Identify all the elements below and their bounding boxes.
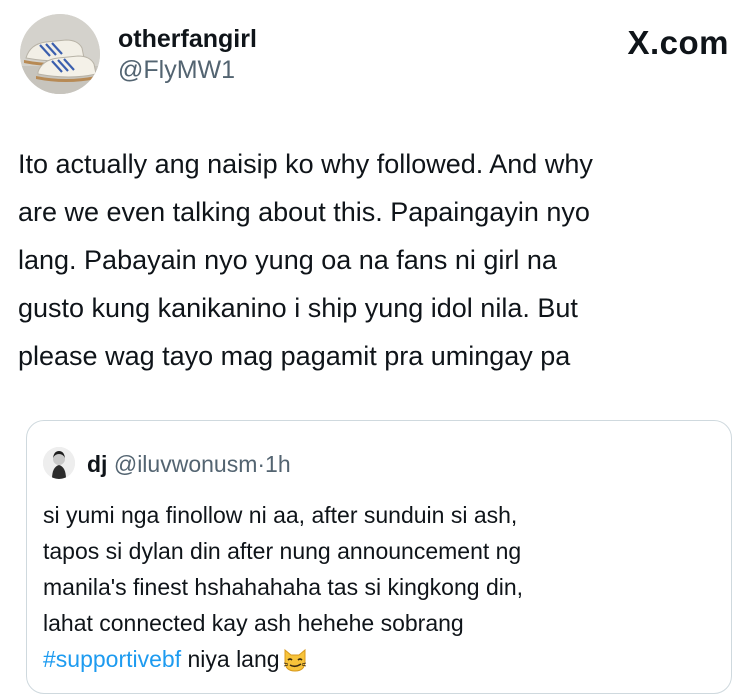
quoted-text-tail: niya lang (181, 646, 280, 672)
tweet-text: Ito actually ang naisip ko why followed.… (18, 140, 738, 380)
tweet-text-line: gusto kung kanikanino i ship yung idol n… (18, 293, 578, 323)
quoted-tweet-card[interactable]: dj @iluvwonusm·1h si yumi nga finollow n… (26, 420, 732, 694)
tweet-header: otherfangirl @FlyMW1 X.com (20, 14, 729, 94)
quoted-author-name[interactable]: dj (87, 451, 107, 477)
hashtag-link[interactable]: #supportivebf (43, 646, 181, 672)
smirking-cat-face-icon (282, 647, 308, 683)
quoted-text-line: manila's finest hshahahaha tas si kingko… (43, 574, 524, 600)
quoted-text-line: tapos si dylan din after nung announceme… (43, 538, 522, 564)
person-photo-image (43, 447, 75, 479)
quoted-text-last-line: #supportivebf niya lang (43, 641, 723, 683)
tweet-text-line: Ito actually ang naisip ko why followed.… (18, 149, 593, 179)
tweet-text-line: please wag tayo mag pagamit pra umingay … (18, 341, 571, 371)
tweet-text-line: lang. Pabayain nyo yung oa na fans ni gi… (18, 245, 557, 275)
quoted-tweet-meta: dj @iluvwonusm·1h (87, 449, 291, 479)
quoted-text-line: lahat connected kay ash hehehe sobrang (43, 610, 464, 636)
quoted-author-handle[interactable]: @iluvwonusm (114, 451, 258, 477)
author-names: otherfangirl @FlyMW1 (118, 24, 257, 86)
sneakers-image (20, 14, 100, 94)
author-avatar[interactable] (20, 14, 100, 94)
meta-separator: · (257, 451, 266, 477)
quoted-author-avatar[interactable] (43, 447, 75, 479)
quoted-text-line: si yumi nga finollow ni aa, after sundui… (43, 502, 518, 528)
author-display-name[interactable]: otherfangirl (118, 24, 257, 54)
tweet-text-line: are we even talking about this. Papainga… (18, 197, 590, 227)
x-com-logo: X.com (627, 24, 729, 61)
author-handle[interactable]: @FlyMW1 (118, 54, 257, 86)
quoted-tweet-time[interactable]: 1h (265, 451, 291, 477)
quoted-tweet-text: si yumi nga finollow ni aa, after sundui… (43, 497, 723, 683)
